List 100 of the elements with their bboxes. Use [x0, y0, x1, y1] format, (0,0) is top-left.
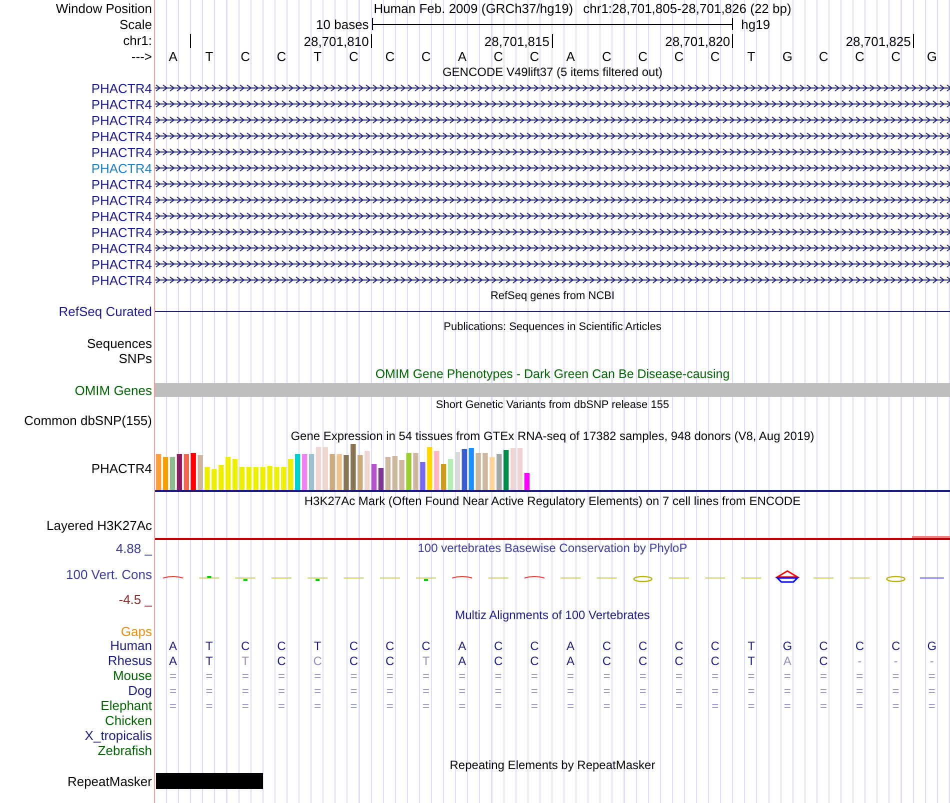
aligned-base: C — [818, 654, 829, 666]
base-letter: C — [637, 50, 649, 62]
gene-label: PHACTR4 — [91, 146, 152, 158]
aligned-base: = — [422, 700, 431, 712]
aligned-base: = — [530, 670, 539, 682]
aligned-base: C — [384, 640, 396, 652]
base-letter: C — [854, 50, 866, 62]
aligned-base: = — [602, 700, 612, 712]
track-label: RefSeq Curated — [58, 304, 152, 318]
aligned-base: = — [458, 700, 467, 712]
aligned-base: = — [674, 684, 684, 696]
aligned-base: = — [240, 700, 250, 712]
gene-label: PHACTR4 — [91, 194, 152, 206]
track-title: Multiz Alignments of 100 Vertebrates — [455, 609, 650, 621]
aligned-base: C — [348, 640, 360, 652]
aligned-base: C — [674, 640, 684, 652]
gene-label: PHACTR4 — [91, 178, 152, 190]
aligned-base: - — [856, 654, 863, 666]
base-letter: C — [276, 50, 288, 62]
base-letter: C — [420, 50, 432, 62]
base-letter: C — [601, 50, 612, 62]
base-letter: G — [781, 50, 794, 62]
base-letter: C — [240, 50, 252, 62]
aligned-base: = — [349, 700, 358, 712]
aligned-base: = — [746, 700, 756, 712]
aligned-base: = — [855, 700, 864, 712]
base-letter: C — [492, 50, 504, 62]
aligned-base: = — [855, 684, 864, 696]
track-label: 100 Vert. Cons — [66, 568, 152, 580]
species-label: Zebrafish — [98, 744, 152, 757]
base-letter: C — [673, 50, 685, 62]
aligned-base: = — [385, 700, 394, 712]
aligned-base: A — [168, 640, 178, 652]
scale-text: 10 bases — [315, 18, 370, 30]
aligned-base: = — [276, 670, 286, 682]
track-title: Repeating Elements by RepeatMasker — [450, 759, 656, 771]
track-label: RepeatMasker — [67, 774, 152, 788]
base-letter: C — [709, 50, 721, 62]
track-label: Scale — [119, 18, 152, 30]
aligned-base: C — [276, 654, 287, 666]
species-label: X_tropicalis — [84, 729, 152, 742]
aligned-base: C — [710, 640, 720, 652]
track-title: Gene Expression in 54 tissues from GTEx RNA-seq of 17382 samples, 948 donors (V8, Aug 2019) — [290, 430, 814, 442]
base-letter: T — [746, 50, 756, 62]
aligned-base: = — [349, 684, 358, 696]
aligned-base: T — [312, 640, 322, 652]
aligned-base: C — [638, 640, 648, 652]
aligned-base: C — [638, 654, 648, 666]
aligned-base: = — [168, 670, 178, 682]
gene-label: PHACTR4 — [91, 162, 152, 174]
aligned-base: = — [782, 700, 792, 712]
aligned-base: = — [782, 670, 792, 682]
track-label: Window Position — [56, 2, 152, 14]
gene-label: PHACTR4 — [91, 258, 152, 270]
aligned-base: = — [746, 670, 756, 682]
aligned-base: T — [204, 640, 214, 652]
aligned-base: = — [674, 670, 684, 682]
aligned-base: = — [168, 700, 178, 712]
aligned-base: C — [420, 640, 432, 652]
aligned-base: = — [494, 700, 503, 712]
aligned-base: C — [674, 654, 684, 666]
track-label: chr1: — [123, 34, 152, 46]
aligned-base: = — [494, 684, 503, 696]
aligned-base: C — [601, 640, 612, 652]
axis-max-label: 4.88 _ — [116, 542, 152, 554]
gene-label: PHACTR4 — [91, 210, 152, 222]
species-label: Rhesus — [108, 654, 152, 667]
track-label: PHACTR4 — [91, 462, 152, 474]
base-letter: C — [384, 50, 396, 62]
aligned-base: C — [240, 640, 251, 652]
aligned-base: = — [385, 684, 394, 696]
aligned-base: = — [240, 684, 250, 696]
aligned-base: T — [746, 654, 756, 666]
track-title: OMIM Gene Phenotypes - Dark Green Can Be Disease-causing — [375, 368, 730, 380]
base-letter: A — [565, 50, 576, 62]
aligned-base: = — [458, 670, 467, 682]
aligned-base: C — [854, 640, 865, 652]
aligned-base: T — [421, 654, 431, 666]
assembly-title: Human Feb. 2009 (GRCh37/hg19) — [374, 2, 574, 14]
aligned-base: - — [892, 654, 899, 666]
aligned-base: = — [349, 670, 358, 682]
aligned-base: - — [928, 654, 935, 666]
aligned-base: C — [601, 654, 612, 666]
track-label: Common dbSNP(155) — [24, 414, 152, 426]
track-title: GENCODE V49lift37 (5 items filtered out) — [442, 66, 663, 78]
aligned-base: A — [168, 654, 178, 666]
base-letter: A — [168, 50, 178, 62]
base-letter: C — [818, 50, 830, 62]
aligned-base: = — [710, 700, 720, 712]
aligned-base: = — [313, 670, 322, 682]
aligned-base: = — [566, 700, 576, 712]
gene-label: PHACTR4 — [91, 114, 152, 126]
base-letter: C — [528, 50, 540, 62]
aligned-base: C — [890, 640, 902, 652]
aligned-base: = — [422, 670, 431, 682]
aligned-base: = — [240, 670, 250, 682]
aligned-base: = — [313, 684, 322, 696]
aligned-base: = — [566, 670, 576, 682]
aligned-base: = — [204, 700, 214, 712]
aligned-base: = — [782, 684, 792, 696]
